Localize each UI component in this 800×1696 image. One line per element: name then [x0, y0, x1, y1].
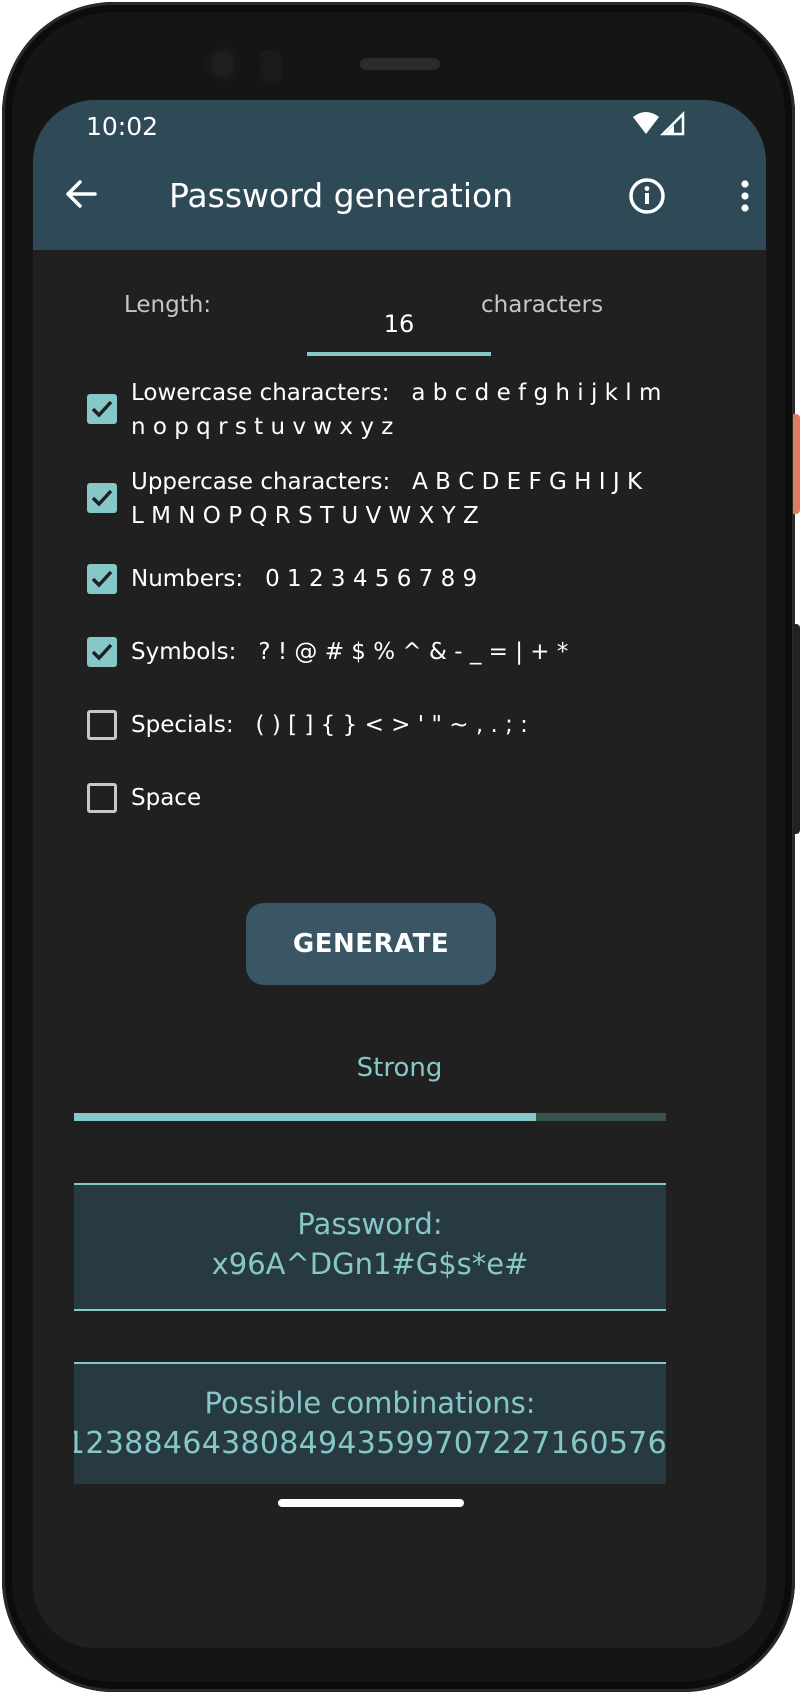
option-label: Lowercase characters: [131, 380, 390, 406]
option-chars-line2: n o p q r s t u v w x y z [131, 414, 394, 440]
option-label: Numbers: [131, 566, 244, 592]
wifi-icon [633, 112, 659, 134]
checkbox-symbols[interactable] [87, 637, 117, 667]
option-chars-line2: L M N O P Q R S T U V W X Y Z [131, 503, 479, 529]
option-numbers[interactable]: Numbers: 0 1 2 3 4 5 6 7 8 9 [87, 562, 727, 596]
strength-bar [74, 1113, 666, 1121]
option-label: Uppercase characters: [131, 469, 391, 495]
combinations-value: 1238846438084943599707227160576 [74, 1426, 666, 1461]
option-label: Space [131, 785, 202, 811]
info-icon[interactable] [627, 176, 667, 216]
phone-frame: 10:02 Password generation Length: 16 cha… [2, 2, 800, 1692]
length-label: Length: [124, 292, 212, 318]
checkmark-icon [91, 489, 113, 507]
checkbox-specials[interactable] [87, 710, 117, 740]
option-label: Specials: [131, 712, 234, 738]
back-arrow-icon[interactable] [63, 176, 99, 212]
option-chars: ( ) [ ] { } < > ' " ~ , . ; : [255, 712, 528, 738]
screen: 10:02 Password generation Length: 16 cha… [33, 100, 766, 1648]
generate-button[interactable]: GENERATE [246, 903, 496, 985]
password-label: Password: [297, 1207, 443, 1241]
page-title: Password generation [169, 176, 514, 215]
checkmark-icon [91, 643, 113, 661]
more-vert-icon[interactable] [733, 176, 757, 216]
password-box[interactable]: Password: x96A^DGn1#G$s*e# [74, 1183, 666, 1311]
option-chars: 0 1 2 3 4 5 6 7 8 9 [265, 566, 478, 592]
length-suffix: characters [481, 292, 604, 318]
option-lowercase[interactable]: Lowercase characters: a b c d e f g h i … [87, 376, 727, 446]
volume-button [793, 624, 800, 834]
strength-bar-fill [74, 1113, 536, 1121]
checkmark-icon [91, 570, 113, 588]
home-indicator[interactable] [278, 1499, 464, 1507]
earpiece-speaker [360, 58, 440, 70]
status-icons [633, 110, 685, 136]
option-symbols[interactable]: Symbols: ? ! @ # $ % ^ & - _ = | + * [87, 635, 727, 669]
checkbox-numbers[interactable] [87, 564, 117, 594]
option-chars: ? ! @ # $ % ^ & - _ = | + * [258, 639, 569, 665]
strength-label: Strong [356, 1053, 443, 1083]
front-camera [205, 46, 241, 82]
length-input[interactable]: 16 [307, 300, 491, 356]
combinations-label: Possible combinations: [204, 1386, 536, 1420]
option-label: Symbols: [131, 639, 237, 665]
password-value[interactable]: x96A^DGn1#G$s*e# [74, 1247, 666, 1281]
checkmark-icon [91, 400, 113, 418]
checkbox-uppercase[interactable] [87, 483, 117, 513]
app-bar: 10:02 Password generation [33, 100, 766, 250]
camera-sensor [260, 50, 282, 84]
option-specials[interactable]: Specials: ( ) [ ] { } < > ' " ~ , . ; : [87, 708, 727, 742]
status-time: 10:02 [86, 112, 159, 141]
option-space[interactable]: Space [87, 781, 727, 815]
option-uppercase[interactable]: Uppercase characters: A B C D E F G H I … [87, 465, 727, 535]
combinations-box: Possible combinations: 12388464380849435… [74, 1362, 666, 1484]
checkbox-space[interactable] [87, 783, 117, 813]
option-chars: a b c d e f g h i j k l m [411, 380, 662, 406]
checkbox-lowercase[interactable] [87, 394, 117, 424]
option-chars: A B C D E F G H I J K [412, 469, 643, 495]
power-button [793, 414, 800, 514]
